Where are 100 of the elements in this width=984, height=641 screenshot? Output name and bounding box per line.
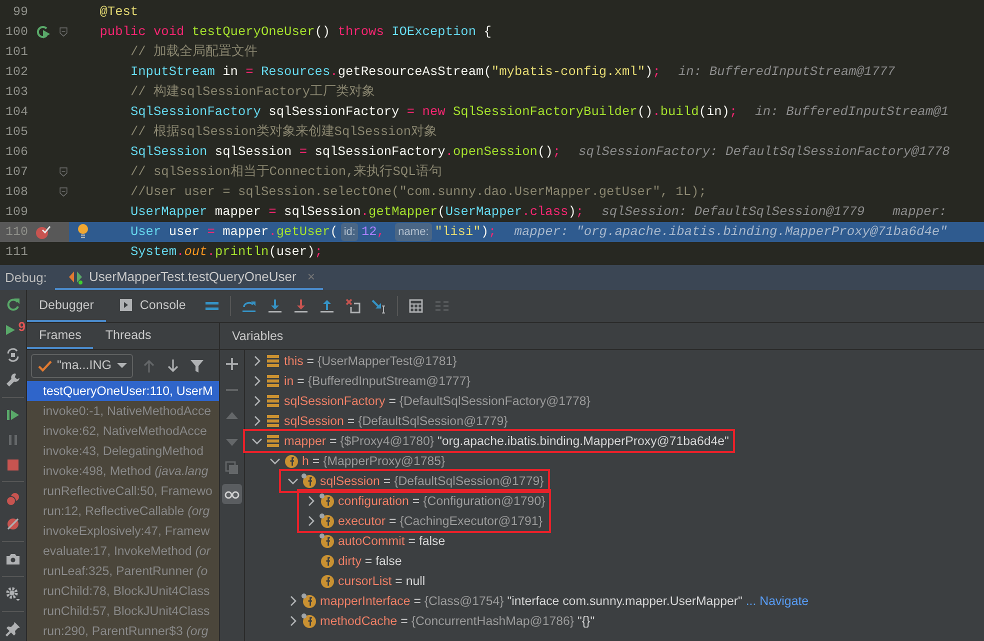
line-number: 102	[4, 64, 28, 81]
stack-frame[interactable]: runReflectiveCall:50, Framewo	[27, 481, 219, 501]
variable-icon	[265, 433, 281, 449]
variable-entry: this = {UserMapperTest@1781}	[284, 352, 457, 370]
breakpoints-icon[interactable]	[5, 491, 21, 508]
variable-entry: autoCommit = false	[338, 532, 446, 550]
parameter-hint: id:	[340, 222, 358, 242]
restore-layout-icon[interactable]	[5, 347, 21, 364]
tab[interactable]: Debugger	[27, 290, 106, 322]
stack-frame[interactable]: runChild:78, BlockJUnit4Class	[27, 581, 219, 601]
stack-frame[interactable]: testQueryOneUser:110, UserM	[27, 381, 219, 401]
variable-entry: mapper = {$Proxy4@1780} "org.apache.ibatis.binding.MapperProxy@71ba6d4e"	[284, 432, 729, 450]
code-text: // 根据sqlSession类对象来创建SqlSession对象	[130, 123, 438, 142]
variable-icon	[265, 413, 281, 429]
variable-entry: executor = {CachingExecutor@1791}	[338, 512, 542, 530]
stack-frame[interactable]: invoke:62, NativeMethodAcce	[27, 421, 219, 441]
lightbulb-icon[interactable]	[75, 223, 91, 240]
line-number: 100	[4, 24, 28, 41]
code-text: System.out.println(user);	[130, 243, 322, 262]
session-title: UserMapperTest.testQueryOneUser	[89, 268, 296, 286]
calculator-icon[interactable]	[408, 298, 424, 314]
variable-entry: sqlSession = {DefaultSqlSession@1779}	[284, 412, 508, 430]
line-number: 108	[4, 184, 28, 201]
arrow-down-icon[interactable]	[165, 358, 181, 374]
stack-frame[interactable]: run:12, ReflectiveCallable (org	[27, 501, 219, 521]
code-text: InputStream in = Resources.getResourceAsStream("mybatis-config.xml");	[130, 63, 660, 82]
thread-dropdown[interactable]: "ma...ING	[31, 354, 133, 378]
panel-label: Debug:	[4, 268, 48, 287]
mute-breakpoints-icon[interactable]	[5, 516, 21, 532]
code-text: User user = mapper.getUser(	[130, 223, 338, 242]
wrench-icon[interactable]	[5, 372, 21, 388]
variable-entry: configuration = {Configuration@1790}	[338, 492, 546, 510]
step-out-icon[interactable]	[318, 298, 335, 314]
stop-icon[interactable]	[5, 456, 21, 473]
settings-icon[interactable]	[5, 586, 21, 602]
variable-icon	[265, 373, 281, 389]
code-text: // 构建sqlSessionFactory工厂类对象	[130, 83, 376, 102]
code-text: "lisi");	[434, 223, 496, 242]
code-text: @Test	[100, 3, 138, 22]
navigate-link[interactable]: Navigate	[760, 594, 809, 608]
variable-entry: cursorList = null	[338, 572, 426, 590]
code-text: 12,	[361, 223, 386, 242]
code-text: //User user = sqlSession.selectOne("com.sunny.dao.UserMapper.getUser", 1L);	[130, 183, 706, 202]
variable-entry: sqlSessionFactory = {DefaultSqlSessionFactory@1778}	[284, 392, 590, 410]
inline-value-hint: mapper:	[892, 203, 947, 222]
step-into-icon[interactable]	[266, 298, 283, 314]
inline-value-hint: sqlSessionFactory: DefaultSqlSessionFactory@1778	[578, 143, 950, 162]
code-text: UserMapper mapper = sqlSession.getMapper(UserMapper.class);	[130, 203, 584, 222]
close-button[interactable]: ×	[307, 266, 315, 286]
stack-frame[interactable]: invokeExplosively:47, Framew	[27, 521, 219, 541]
inline-value-hint: mapper: "org.apache.ibatis.binding.MapperProxy@71ba6d4e"	[514, 223, 948, 242]
drop-frame-icon[interactable]	[344, 298, 361, 314]
variable-entry: h = {MapperProxy@1785}	[302, 452, 446, 470]
parameter-hint: name:	[395, 222, 432, 242]
code-text: SqlSessionFactory sqlSessionFactory = new SqlSessionFactoryBuilder().build(in);	[130, 103, 738, 122]
code-text: // sqlSession相当于Connection,来执行SQL语句	[130, 163, 442, 182]
pin-icon[interactable]	[5, 620, 21, 637]
inline-value-hint: in: BufferedInputStream@1	[755, 103, 949, 122]
plus-icon[interactable]	[224, 356, 240, 372]
line-number: 103	[4, 84, 28, 101]
variable-icon	[265, 353, 281, 369]
line-number: 99	[12, 4, 28, 21]
run-to-cursor-icon[interactable]	[370, 298, 387, 314]
line-number: 111	[4, 244, 28, 261]
variable-entry: in = {BufferedInputStream@1777}	[284, 372, 470, 390]
caret-icon	[117, 363, 127, 368]
line-number: 107	[4, 164, 28, 181]
tab[interactable]: Threads	[93, 323, 164, 349]
stack-frame[interactable]: invoke:43, DelegatingMethod	[27, 441, 219, 461]
stack-frame[interactable]: runLeaf:325, ParentRunner (o	[27, 561, 219, 581]
tab[interactable]: Frames	[27, 323, 94, 349]
inline-value-hint: in: BufferedInputStream@1777	[678, 63, 895, 82]
variable-entry: dirty = false	[338, 552, 402, 570]
stack-frame[interactable]: evaluate:17, InvokeMethod (or	[27, 541, 219, 561]
line-number: 101	[4, 44, 28, 61]
force-step-into-icon[interactable]	[292, 298, 309, 314]
code-text: public void testQueryOneUser() throws IOException {	[100, 23, 492, 42]
variable-entry: methodCache = {ConcurrentHashMap@1786} "{}"	[320, 612, 595, 630]
variable-entry: sqlSession = {DefaultSqlSession@1779}	[320, 472, 544, 490]
code-text: // 加载全局配置文件	[130, 43, 258, 62]
filter-icon[interactable]	[189, 358, 205, 374]
tab[interactable]: Console	[106, 290, 198, 322]
pane-title: Variables	[231, 328, 284, 345]
variable-icon	[265, 393, 281, 409]
stack-frame[interactable]: invoke0:-1, NativeMethodAcce	[27, 401, 219, 421]
line-number: 105	[4, 124, 28, 141]
variable-entry: mapperInterface = {Class@1754} "interface com.sunny.mapper.UserMapper" ... Navigate	[320, 592, 809, 610]
code-text: SqlSession sqlSession = sqlSessionFactory.openSession();	[130, 143, 561, 162]
session-tab[interactable]: UserMapperTest.testQueryOneUser ×	[55, 265, 323, 290]
stack-frame[interactable]: invoke:498, Method (java.lang	[27, 461, 219, 481]
run-test-icon[interactable]	[35, 24, 51, 40]
failed-count: 9	[18, 320, 26, 333]
breakpoint-icon[interactable]	[35, 224, 51, 240]
stack-frame[interactable]: run:290, ParentRunner$3 (org	[27, 621, 219, 641]
line-number: 109	[4, 204, 28, 221]
rerun-icon[interactable]	[5, 297, 21, 314]
line-number: 106	[4, 144, 28, 161]
console-icon	[118, 297, 134, 313]
stack-frame[interactable]: runChild:57, BlockJUnit4Class	[27, 601, 219, 621]
line-number: 110	[4, 224, 28, 241]
